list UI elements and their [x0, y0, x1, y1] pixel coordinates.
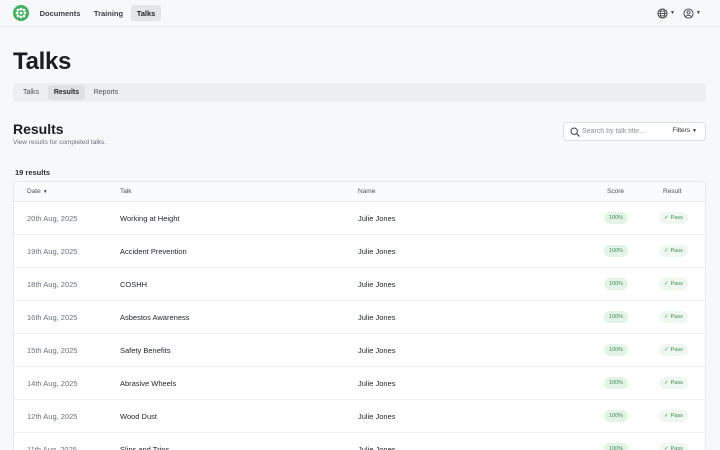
column-header-talk: Talk — [120, 188, 132, 195]
sort-down-icon: ▼ — [42, 189, 48, 195]
table-row[interactable]: 15th Aug, 2025 Safety Benefits Julie Jones… — [14, 334, 705, 367]
tab-talks[interactable]: Talks — [15, 85, 47, 100]
row-date: 15th Aug, 2025 — [27, 346, 78, 355]
top-navigation: Documents Training Talks ▼ ▼ — [0, 0, 720, 27]
score-badge: 100% — [604, 212, 629, 224]
table-row[interactable]: 12th Aug, 2025 Wood Dust Julie Jones 100% ✓ P… — [14, 400, 705, 433]
score-badge: 100% — [604, 311, 629, 323]
row-talk: Safety Benefits — [120, 346, 171, 355]
row-talk: Asbestos Awareness — [120, 313, 190, 322]
score-badge: 100% — [604, 278, 629, 290]
filters-label: Filters — [672, 127, 691, 134]
results-table: Date ▼ Talk Name Score Result 20th Aug, 2… — [13, 181, 706, 450]
result-badge: ✓ Pass — [659, 344, 688, 356]
row-talk: COSHH — [120, 280, 148, 289]
chevron-down-icon: ▼ — [696, 10, 701, 16]
page-title: Talks — [13, 48, 72, 75]
result-badge: ✓ Pass — [659, 278, 688, 290]
table-row[interactable]: 18th Aug, 2025 COSHH Julie Jones 100% ✓ Pass — [14, 268, 705, 301]
check-icon: ✓ — [664, 413, 669, 419]
row-talk: Slips and Trips — [120, 445, 170, 450]
nav-talks[interactable]: Talks — [131, 5, 161, 21]
check-icon: ✓ — [664, 281, 669, 287]
result-label: Pass — [670, 314, 683, 320]
result-label: Pass — [670, 347, 683, 353]
logo-icon[interactable] — [13, 5, 29, 21]
result-badge: ✓ Pass — [659, 410, 688, 422]
section-title: Results — [13, 121, 64, 137]
row-date: 16th Aug, 2025 — [27, 313, 78, 322]
result-badge: ✓ Pass — [659, 311, 688, 323]
row-name: Julie Jones — [358, 313, 396, 322]
row-talk: Wood Dust — [120, 412, 157, 421]
row-name: Julie Jones — [358, 379, 396, 388]
table-row[interactable]: 16th Aug, 2025 Asbestos Awareness Julie Jo… — [14, 301, 705, 334]
result-label: Pass — [670, 281, 683, 287]
column-header-name: Name — [358, 188, 376, 195]
score-badge: 100% — [604, 344, 629, 356]
user-circle-icon — [683, 7, 694, 19]
subtabs: Talks Results Reports — [13, 83, 706, 102]
score-badge: 100% — [604, 377, 629, 389]
check-icon: ✓ — [664, 248, 669, 254]
result-badge: ✓ Pass — [659, 377, 688, 389]
filters-button[interactable]: Filters ▼ — [672, 127, 697, 134]
globe-icon — [657, 7, 668, 19]
row-talk: Accident Prevention — [120, 247, 187, 256]
result-label: Pass — [670, 413, 683, 419]
row-name: Julie Jones — [358, 214, 396, 223]
chevron-down-icon: ▼ — [670, 10, 675, 16]
table-row[interactable]: 20th Aug, 2025 Working at Height Julie Jon… — [14, 202, 705, 235]
table-row[interactable]: 19th Aug, 2025 Accident Prevention Julie J… — [14, 235, 705, 268]
row-name: Julie Jones — [358, 445, 396, 450]
result-badge: ✓ Pass — [659, 443, 688, 450]
result-label: Pass — [670, 248, 683, 254]
search-input[interactable] — [582, 125, 664, 138]
table-header: Date ▼ Talk Name Score Result — [14, 182, 705, 202]
column-header-score: Score — [607, 188, 624, 195]
account-menu[interactable]: ▼ — [683, 6, 701, 20]
result-badge: ✓ Pass — [659, 245, 688, 257]
check-icon: ✓ — [664, 446, 669, 450]
score-badge: 100% — [604, 443, 629, 450]
column-header-date[interactable]: Date ▼ — [27, 188, 48, 195]
row-name: Julie Jones — [358, 412, 396, 421]
row-date: 11th Aug, 2025 — [27, 445, 77, 450]
score-badge: 100% — [604, 245, 629, 257]
result-label: Pass — [670, 380, 683, 386]
table-row[interactable]: 14th Aug, 2025 Abrasive Wheels Julie Jones… — [14, 367, 705, 400]
column-header-result: Result — [663, 188, 682, 195]
score-badge: 100% — [604, 410, 629, 422]
table-row[interactable]: 11th Aug, 2025 Slips and Trips Julie Jones… — [14, 433, 705, 450]
check-icon: ✓ — [664, 347, 669, 353]
row-name: Julie Jones — [358, 247, 396, 256]
check-icon: ✓ — [664, 380, 669, 386]
check-icon: ✓ — [664, 215, 669, 221]
row-date: 19th Aug, 2025 — [27, 247, 78, 256]
result-label: Pass — [670, 446, 683, 450]
search-box: Filters ▼ — [563, 122, 706, 141]
result-badge: ✓ Pass — [659, 212, 688, 224]
tab-results[interactable]: Results — [48, 85, 85, 100]
row-talk: Abrasive Wheels — [120, 379, 177, 388]
row-date: 14th Aug, 2025 — [27, 379, 78, 388]
section-subtitle: View results for completed talks. — [13, 139, 107, 146]
column-header-label: Date — [27, 188, 41, 195]
chevron-down-icon: ▼ — [692, 127, 697, 134]
row-date: 12th Aug, 2025 — [27, 412, 78, 421]
check-icon: ✓ — [664, 314, 669, 320]
nav-documents[interactable]: Documents — [34, 5, 86, 21]
row-name: Julie Jones — [358, 346, 396, 355]
tab-reports[interactable]: Reports — [87, 85, 125, 100]
row-date: 20th Aug, 2025 — [27, 214, 78, 223]
row-name: Julie Jones — [358, 280, 396, 289]
row-talk: Working at Height — [120, 214, 180, 223]
search-icon — [570, 127, 580, 137]
result-label: Pass — [670, 215, 683, 221]
results-count: 19 results — [15, 168, 51, 177]
nav-training[interactable]: Training — [88, 5, 129, 21]
language-menu[interactable]: ▼ — [657, 6, 675, 20]
row-date: 18th Aug, 2025 — [27, 280, 78, 289]
